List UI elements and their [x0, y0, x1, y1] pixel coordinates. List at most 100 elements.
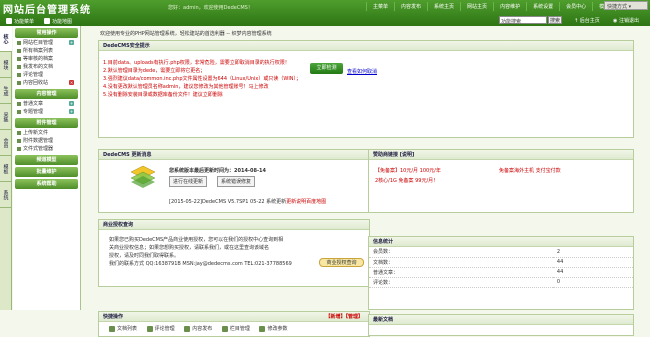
- stats-row: 评论数： 0: [369, 277, 633, 288]
- fix-button[interactable]: 系统错误修复: [217, 176, 256, 187]
- search-input[interactable]: 功能搜索: [499, 16, 547, 25]
- nav-settings[interactable]: 系统设置: [526, 2, 559, 11]
- vtab-collect[interactable]: 采集: [0, 104, 12, 130]
- sidebar-item[interactable]: 专题管理 +: [13, 108, 80, 116]
- add-icon[interactable]: +: [69, 40, 74, 45]
- vtab-module[interactable]: 模块: [0, 52, 12, 78]
- add-icon[interactable]: +: [69, 101, 74, 106]
- menu-link[interactable]: 功能菜单: [6, 18, 34, 25]
- sidebar-head-attach[interactable]: 附件管理: [15, 118, 78, 128]
- latest-panel: 最新文档: [368, 314, 634, 336]
- license-text: 如果您已购买DedeCMS产品商业使用授权，您可以在我们的授权中心查询到相 关商…: [109, 237, 292, 267]
- quick-link[interactable]: 修改参数: [259, 325, 287, 332]
- license-query-button[interactable]: 商业授权查询: [319, 258, 364, 267]
- nav-site[interactable]: 网站主页: [460, 2, 493, 11]
- warning-line: 1.目前data、uploads有执行.php权限，非常危险，需要立即取消目录的…: [103, 60, 290, 66]
- sidebar-head-common[interactable]: 常用操作: [15, 28, 78, 38]
- sidebar: 常用操作 网站栏目管理 + 所有档案列表 等审核的档案 我发布的文档 评论管理 内…: [13, 26, 81, 310]
- sidebar-item[interactable]: 评论管理: [13, 71, 80, 79]
- logout-link[interactable]: ◉ 注销退出: [613, 17, 639, 24]
- quick-panel: 快捷操作 【新增】【管理】 文档列表 评论管理 内容发布 栏目管理 修改参数: [98, 311, 370, 337]
- check-button[interactable]: 立即检测: [310, 63, 343, 74]
- panel-title: DedeCMS 更新消息: [99, 150, 369, 160]
- sidebar-item[interactable]: 网站栏目管理 +: [13, 39, 80, 47]
- sidebar-item[interactable]: 所有档案列表: [13, 47, 80, 55]
- panel-title: 快捷操作 【新增】【管理】: [99, 312, 369, 322]
- stats-row: 文档数： 44: [369, 257, 633, 268]
- top-bar: 网站后台管理系统 功能菜单 功能地图 您好：admin，欢迎使用DedeCMS！…: [0, 0, 650, 26]
- map-link[interactable]: 功能地图: [44, 18, 72, 25]
- stats-panel: 信息统计 会员数： 2 文档数： 44 普通文章： 44 评论数： 0: [368, 236, 634, 310]
- sponsor-link[interactable]: 【免备案】10元/月 100元/年: [375, 167, 441, 174]
- layers-icon: [130, 165, 156, 188]
- nav-content[interactable]: 内容维护: [493, 2, 526, 11]
- quick-link[interactable]: 栏目管理: [221, 325, 250, 332]
- add-icon[interactable]: +: [69, 109, 74, 114]
- doc-icon: [109, 325, 115, 332]
- panel-title: 赞助商链接 [说明]: [369, 150, 633, 160]
- breadcrumb: 欢迎使用专业的PHP网站管理系统，轻松建站的首选利器 -- 织梦内容管理系统: [100, 31, 272, 37]
- vtab-generate[interactable]: 生成: [0, 78, 12, 104]
- stats-row: 普通文章： 44: [369, 267, 633, 278]
- vtab-member[interactable]: 会员: [0, 130, 12, 156]
- sidebar-item[interactable]: 内容回收站 ×: [13, 79, 80, 87]
- sidebar-head-channel[interactable]: 频道模型: [15, 155, 78, 165]
- vtab-template[interactable]: 模板: [0, 156, 12, 182]
- quick-link[interactable]: 内容发布: [184, 325, 212, 332]
- sidebar-item[interactable]: 附件数据管理: [13, 137, 80, 145]
- search-button[interactable]: 搜索: [548, 16, 562, 24]
- map-icon: [44, 18, 51, 24]
- update-news: 您系统版本最后更新时间为：2014-08-14: [169, 168, 266, 174]
- sidebar-item[interactable]: 上传新文件: [13, 129, 80, 137]
- panel-title: 最新文档: [369, 315, 633, 325]
- app-logo: 网站后台管理系统: [3, 5, 91, 16]
- online-update-button[interactable]: 进行在线更新: [169, 176, 208, 187]
- sidebar-item[interactable]: 文件式管理器: [13, 145, 80, 153]
- panel-title: DedeCMS安全提示: [99, 41, 633, 51]
- sponsor-link[interactable]: 2核心/1G 免备案 99元/月！: [375, 177, 438, 184]
- sidebar-head-content[interactable]: 内容管理: [15, 89, 78, 99]
- license-panel: 商业授权查询 如果您已购买DedeCMS产品商业使用授权，您可以在我们的授权中心…: [98, 219, 370, 287]
- panel-title: 商业授权查询: [99, 220, 369, 230]
- trash-icon[interactable]: ×: [69, 80, 74, 85]
- update-panel: DedeCMS 更新消息 您系统版本最后更新时间为：2014-08-14 进行在…: [98, 149, 370, 213]
- sidebar-item[interactable]: 我发布的文档: [13, 63, 80, 71]
- quick-link[interactable]: 评论管理: [146, 325, 175, 332]
- nav-main[interactable]: 主菜单: [366, 2, 394, 11]
- nav-member[interactable]: 会员中心: [559, 2, 592, 11]
- publish-icon: [184, 325, 191, 332]
- nav-publish[interactable]: 内容发布: [394, 2, 427, 11]
- quick-add-manage[interactable]: 【新增】【管理】: [325, 312, 363, 322]
- vertical-tabs: 核心 模块 生成 采集 会员 模板 系统: [0, 26, 12, 310]
- nav-home[interactable]: 系统主页: [427, 2, 460, 11]
- stats-row: 会员数： 2: [369, 247, 633, 258]
- warning-line: 5.没有删除安装目录或数据库备份文件！建议立即删除: [103, 92, 223, 98]
- sub-links: 功能菜单 功能地图: [0, 16, 72, 26]
- top-nav: 主菜单 内容发布 系统主页 网站主页 内容维护 系统设置 会员中心 模板 采集: [366, 2, 638, 11]
- quick-links: 文档列表 评论管理 内容发布 栏目管理 修改参数: [99, 322, 369, 337]
- warning-line: 4.没有更改默认管理员名称admin，建议您修改为其他管理账号！马上修改: [103, 84, 269, 90]
- gear-icon: [259, 325, 266, 332]
- folder-icon: [221, 325, 228, 332]
- sidebar-head-help[interactable]: 系统帮助: [15, 179, 78, 189]
- sidebar-item[interactable]: 等审核的档案: [13, 55, 80, 63]
- sidebar-item[interactable]: 普通文章 +: [13, 100, 80, 108]
- home-link[interactable]: ↑ 后台主页: [574, 17, 600, 24]
- warning-line: 3.强烈建议data/common.inc.php文件属性设置为644（Linu…: [103, 76, 302, 82]
- cancel-link[interactable]: 查看如何取消: [347, 68, 377, 75]
- vtab-system[interactable]: 系统: [0, 182, 12, 208]
- quick-mode-select[interactable]: 快捷方式 ▾: [604, 1, 648, 10]
- update-detail: [2015-05-22]DedeCMS V5.7SP1 05-22 系统更新更新…: [169, 199, 327, 205]
- security-panel: DedeCMS安全提示 1.目前data、uploads有执行.php权限，非常…: [98, 40, 634, 138]
- sponsor-link[interactable]: 免备案海外主机 支付宝付款: [499, 167, 561, 174]
- main-area: 欢迎使用专业的PHP网站管理系统，轻松建站的首选利器 -- 织梦内容管理系统 D…: [84, 26, 650, 337]
- comment-icon: [146, 325, 153, 332]
- welcome-text: 您好：admin，欢迎使用DedeCMS！: [168, 5, 253, 11]
- sidebar-head-batch[interactable]: 批量维护: [15, 167, 78, 177]
- menu-icon: [6, 18, 12, 24]
- update-icon: [129, 164, 157, 188]
- panel-title: 信息统计: [369, 237, 633, 247]
- stats-table: 会员数： 2 文档数： 44 普通文章： 44 评论数： 0: [369, 247, 633, 288]
- vtab-core[interactable]: 核心: [0, 26, 12, 52]
- quick-link[interactable]: 文档列表: [109, 325, 137, 332]
